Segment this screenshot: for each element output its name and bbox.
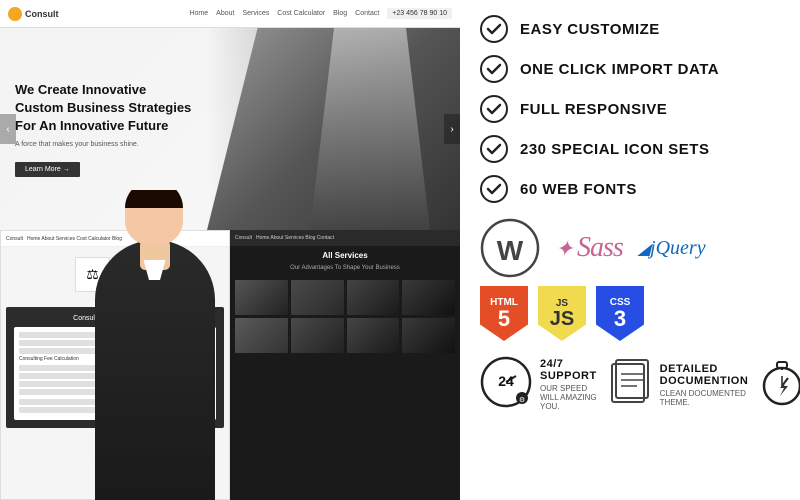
- badge-247-subtitle: OUR SPEED WILL AMAZING YOU.: [540, 384, 597, 411]
- woman-face: [125, 190, 183, 245]
- dark-subtitle: Our Advantages To Shape Your Business: [230, 265, 460, 275]
- feature-label-2: ONE CLICK IMPORT DATA: [520, 61, 719, 78]
- check-icon-1: [480, 15, 508, 43]
- badge-247-text: 24/7 SUPPORT OUR SPEED WILL AMAZING YOU.: [540, 358, 597, 411]
- css3-badge: CSS 3: [596, 286, 644, 341]
- badge-fast-support: FAST SUPPORT WE ARE WORKING NIGHT DAY.: [758, 356, 800, 413]
- hero-subtitle: A force that makes your business shine.: [15, 141, 191, 148]
- bottom-badges: 24 ⚙ 24/7 SUPPORT OUR SPEED WILL AMAZING…: [480, 356, 780, 413]
- badge-docs-icon-container: [607, 356, 652, 413]
- badge-docs-icon: [607, 356, 652, 408]
- mockup-navbar: Consult Home About Services Cost Calcula…: [0, 0, 460, 28]
- html-number: 5: [498, 308, 510, 330]
- mockup-nav-links: Home About Services Cost Calculator Blog…: [189, 10, 379, 17]
- hero-content: We Create InnovativeCustom Business Stra…: [0, 61, 206, 198]
- service-thumb-4: [402, 280, 455, 315]
- tech-row-2: HTML 5 JS JS CSS 3: [480, 286, 780, 341]
- check-icon-5: [480, 175, 508, 203]
- logo-icon: [8, 7, 22, 21]
- badge-247-circle-container: 24 ⚙: [480, 356, 532, 413]
- service-thumb-6: [291, 318, 344, 353]
- feature-one-click-import: ONE CLICK IMPORT DATA: [480, 55, 780, 83]
- jquery-label: ◢jQuery: [638, 237, 706, 260]
- badge-247-title: 24/7 SUPPORT: [540, 358, 597, 382]
- badge-docs-subtitle: CLEAN DOCUMENTED THEME.: [660, 389, 749, 407]
- svg-text:24: 24: [498, 373, 514, 389]
- woman-hair-top: [125, 190, 183, 208]
- badge-247-icon: 24 ⚙: [480, 356, 532, 408]
- feature-web-fonts: 60 WEB FONTS: [480, 175, 780, 203]
- tech-row-1: W ✦ Sass ◢jQuery: [480, 218, 780, 278]
- services-grid: [230, 275, 460, 358]
- left-panel: Consult Home About Services Cost Calcula…: [0, 0, 460, 500]
- service-thumb-7: [347, 318, 400, 353]
- service-thumb-1: [235, 280, 288, 315]
- wordpress-icon: W: [480, 218, 540, 278]
- feature-full-responsive: FULL RESPONSIVE: [480, 95, 780, 123]
- feature-label-3: FULL RESPONSIVE: [520, 101, 667, 118]
- js-label: JS: [556, 299, 568, 309]
- check-icon-4: [480, 135, 508, 163]
- feature-easy-customize: EASY CUSTOMIZE: [480, 15, 780, 43]
- features-list: EASY CUSTOMIZE ONE CLICK IMPORT DATA FUL…: [480, 15, 780, 203]
- mockup-phone: +23 456 78 90 10: [387, 8, 452, 19]
- service-thumb-3: [347, 280, 400, 315]
- dark-nav: Consult Home About Services Blog Contact: [230, 230, 460, 246]
- badge-fast-icon: [758, 356, 800, 408]
- preview-dark: Consult Home About Services Blog Contact…: [230, 230, 460, 500]
- prev-arrow[interactable]: ‹: [0, 114, 16, 144]
- js-badge: JS JS: [538, 286, 586, 341]
- mockup-logo: Consult: [8, 7, 59, 21]
- svg-text:⚙: ⚙: [519, 396, 525, 404]
- next-arrow[interactable]: ›: [444, 114, 460, 144]
- svg-text:W: W: [497, 235, 524, 266]
- check-icon-2: [480, 55, 508, 83]
- check-icon-3: [480, 95, 508, 123]
- tech-section: W ✦ Sass ◢jQuery HTML 5 JS: [480, 218, 780, 341]
- badge-docs-title: DETAILED DOCUMENTION: [660, 363, 749, 387]
- service-thumb-5: [235, 318, 288, 353]
- feature-special-icons: 230 SPECIAL ICON SETS: [480, 135, 780, 163]
- feature-label-4: 230 SPECIAL ICON SETS: [520, 141, 709, 158]
- hero-cta-button[interactable]: Learn More →: [15, 162, 80, 177]
- js-number: JS: [550, 309, 574, 329]
- woman-figure: [75, 190, 235, 500]
- badge-docs: DETAILED DOCUMENTION CLEAN DOCUMENTED TH…: [607, 356, 749, 413]
- right-panel: EASY CUSTOMIZE ONE CLICK IMPORT DATA FUL…: [460, 0, 800, 500]
- feature-label-5: 60 WEB FONTS: [520, 181, 637, 198]
- badge-docs-text: DETAILED DOCUMENTION CLEAN DOCUMENTED TH…: [660, 363, 749, 407]
- all-services-title: All Services: [230, 246, 460, 265]
- badge-fast-icon-container: [758, 356, 800, 413]
- service-thumb-8: [402, 318, 455, 353]
- hero-title: We Create InnovativeCustom Business Stra…: [15, 81, 191, 136]
- html5-badge: HTML 5: [480, 286, 528, 341]
- css-number: 3: [614, 308, 626, 330]
- badge-247-support: 24 ⚙ 24/7 SUPPORT OUR SPEED WILL AMAZING…: [480, 356, 597, 413]
- service-thumb-2: [291, 280, 344, 315]
- feature-label-1: EASY CUSTOMIZE: [520, 21, 660, 38]
- sass-label: ✦ Sass: [555, 232, 623, 264]
